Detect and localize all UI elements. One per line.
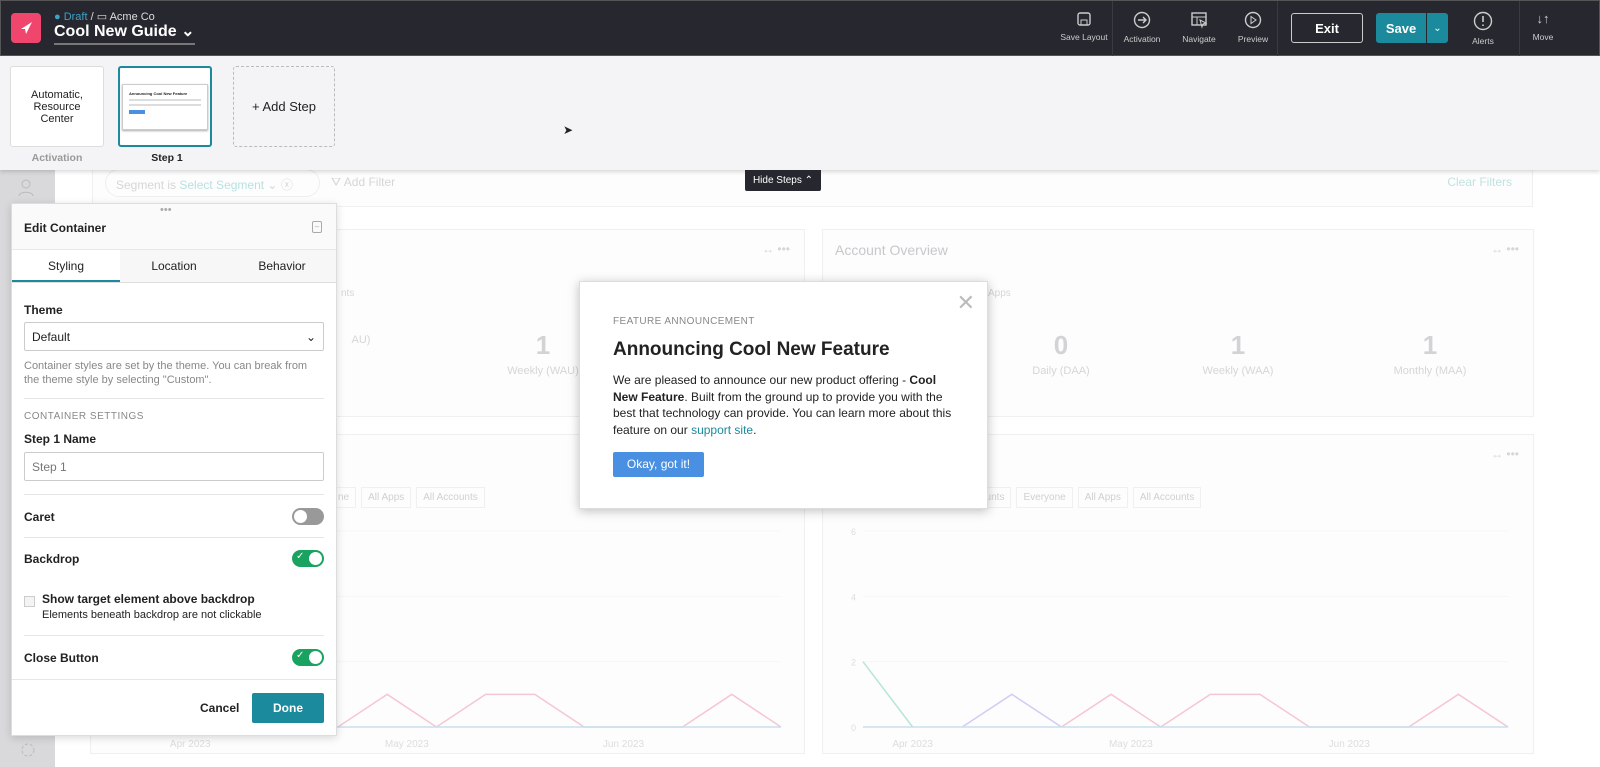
chevron-down-icon: ⌄ — [305, 330, 316, 344]
top-bar: ● Draft / ▭ Acme Co Cool New Guide ⌄ Sav… — [0, 0, 1600, 56]
app-logo[interactable] — [11, 13, 41, 43]
navigate-button[interactable]: Navigate — [1169, 11, 1229, 44]
add-step-button[interactable]: + Add Step — [233, 66, 335, 147]
tab-behavior[interactable]: Behavior — [228, 250, 336, 282]
x-tick-label: Apr 2023 — [170, 739, 211, 750]
edit-container-panel: ••• Edit Container – Styling Location Beha… — [11, 203, 337, 736]
move-arrows-icon: ↓↑ — [1536, 11, 1550, 26]
save-layout-button[interactable]: Save Layout — [1054, 11, 1114, 42]
guide-title: Cool New Guide — [54, 23, 177, 40]
users-icon — [18, 179, 34, 197]
series-line — [961, 693, 1062, 728]
close-icon[interactable]: ✕ — [957, 290, 975, 316]
modal-body: We are pleased to announce our new produ… — [613, 373, 952, 437]
save-icon — [1077, 12, 1091, 26]
chevron-down-icon: ⌄ — [181, 23, 195, 40]
navigate-icon — [1191, 12, 1208, 29]
clear-filters-link[interactable]: Clear Filters — [1447, 175, 1512, 189]
logo-icon — [21, 22, 32, 34]
x-tick-label: May 2023 — [385, 739, 429, 750]
guide-title-dropdown[interactable]: Cool New Guide ⌄ — [54, 21, 195, 45]
play-icon — [1244, 11, 1262, 29]
cancel-button[interactable]: Cancel — [200, 701, 239, 715]
settings-icon — [21, 743, 35, 757]
mouse-cursor: ➤ — [563, 123, 574, 137]
backdrop-label: Backdrop — [24, 552, 80, 566]
move-button[interactable]: ↓↑ Move — [1513, 11, 1573, 42]
modal-eyebrow: FEATURE ANNOUNCEMENT — [613, 316, 755, 327]
x-tick-label: May 2023 — [1109, 739, 1153, 750]
y-tick-label: 6 — [851, 527, 856, 537]
collapse-icon[interactable]: – — [312, 221, 322, 233]
show-target-label: Show target element above backdrop — [42, 592, 255, 606]
section-heading: CONTAINER SETTINGS — [24, 411, 144, 422]
exit-button[interactable]: Exit — [1291, 13, 1363, 43]
activation-step-label: Activation — [31, 152, 83, 164]
hide-steps-button[interactable]: Hide Steps ⌃ — [745, 170, 821, 191]
caret-toggle[interactable] — [292, 508, 324, 525]
x-tick-label: Jun 2023 — [1329, 739, 1371, 750]
backdrop-toggle[interactable]: ✓ — [292, 550, 324, 567]
drag-handle[interactable]: ••• — [160, 204, 172, 216]
x-tick-label: Apr 2023 — [892, 739, 933, 750]
close-button-label: Close Button — [24, 651, 99, 665]
y-tick-label: 4 — [851, 592, 856, 602]
preview-button[interactable]: Preview — [1223, 11, 1283, 44]
okay-got-it-button[interactable]: Okay, got it! — [613, 452, 704, 477]
step-name-input[interactable]: Step 1 — [24, 452, 324, 481]
theme-help: Container styles are set by the theme. Y… — [24, 360, 308, 386]
activation-step-card[interactable]: Automatic, Resource Center — [10, 66, 104, 147]
show-target-checkbox[interactable] — [24, 596, 35, 607]
panel-title: Edit Container — [24, 221, 107, 235]
feature-announcement-modal: ✕ FEATURE ANNOUNCEMENT Announcing Cool N… — [579, 281, 988, 509]
step-1-label: Step 1 — [151, 152, 183, 164]
close-button-toggle[interactable]: ✓ — [292, 649, 324, 666]
add-filter-button[interactable]: ⛛ Add Filter — [331, 175, 395, 190]
step-1-card[interactable]: Announcing Cool New Feature — [118, 66, 212, 147]
y-tick-label: 0 — [851, 723, 856, 733]
steps-tray: Automatic, Resource Center Activation An… — [0, 56, 1600, 170]
step-name-label: Step 1 Name — [24, 432, 97, 446]
tab-styling[interactable]: Styling — [12, 250, 120, 282]
show-target-help: Elements beneath backdrop are not clicka… — [42, 609, 262, 621]
support-site-link[interactable]: support site — [691, 423, 753, 437]
theme-label: Theme — [24, 303, 63, 317]
x-tick-label: Jun 2023 — [603, 739, 645, 750]
alert-icon — [1473, 11, 1493, 31]
y-tick-label: 2 — [851, 658, 856, 668]
chevron-down-icon: ⌄ — [1433, 22, 1442, 34]
step-thumbnail: Announcing Cool New Feature — [122, 83, 208, 130]
activation-button[interactable]: Activation — [1112, 11, 1172, 44]
tab-location[interactable]: Location — [120, 250, 228, 282]
caret-label: Caret — [24, 510, 55, 524]
segment-filter[interactable]: Segment is Select Segment ⌄ ⓧ — [105, 169, 320, 197]
arrow-circle-icon — [1133, 11, 1151, 29]
alerts-button[interactable]: Alerts — [1453, 11, 1513, 46]
done-button[interactable]: Done — [252, 693, 324, 723]
save-options-dropdown[interactable]: ⌄ — [1427, 13, 1448, 43]
series-line — [862, 661, 914, 728]
save-button[interactable]: Save — [1376, 13, 1426, 43]
theme-select[interactable]: Default ⌄ — [24, 322, 324, 351]
series-line — [1061, 693, 1509, 728]
modal-title: Announcing Cool New Feature — [613, 339, 890, 360]
